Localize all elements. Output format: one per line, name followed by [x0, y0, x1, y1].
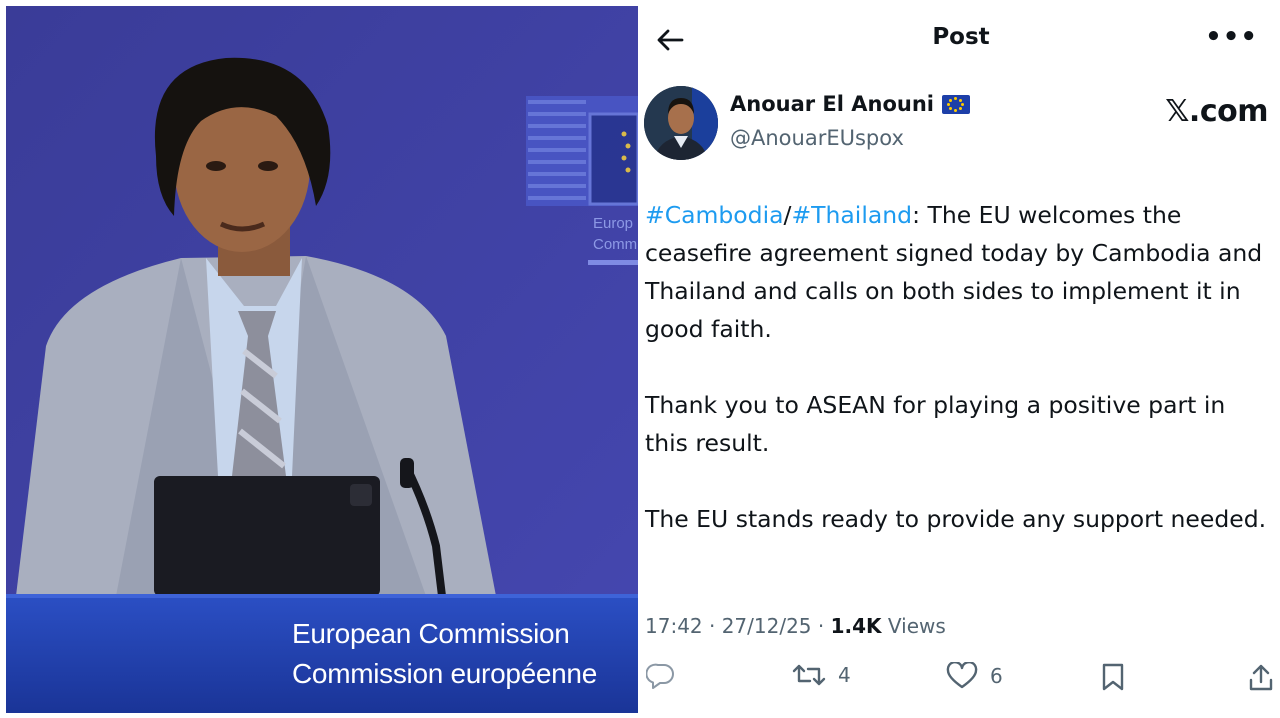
- reply-icon: [646, 663, 674, 689]
- reply-button[interactable]: [646, 662, 676, 690]
- repost-button[interactable]: 4: [792, 662, 851, 688]
- speaker-photo: Europ Comm European Commission Commissio…: [6, 6, 638, 713]
- repost-icon: [792, 664, 826, 686]
- page-title: Post: [932, 24, 990, 50]
- hashtag-thailand[interactable]: #Thailand: [791, 201, 912, 229]
- eu-flag-icon: [942, 94, 971, 114]
- share-icon: [1249, 664, 1273, 691]
- author-avatar-image: [644, 86, 718, 160]
- post-metadata: 17:42 · 27/12/25 · 1.4K Views: [645, 614, 946, 638]
- bookmark-icon: [1102, 663, 1124, 691]
- author-name-text: Anouar El Anouni: [730, 92, 935, 116]
- podium-label-line1: European Commission: [292, 618, 570, 649]
- bookmark-button[interactable]: [1100, 662, 1126, 692]
- action-bar: 4 6: [642, 662, 1280, 706]
- hashtag-cambodia[interactable]: #Cambodia: [645, 201, 784, 229]
- more-options-button[interactable]: •••: [1205, 24, 1258, 50]
- svg-text:Comm: Comm: [593, 236, 637, 253]
- more-horizontal-icon: •••: [1205, 22, 1258, 52]
- repost-count: 4: [838, 663, 851, 687]
- share-button[interactable]: [1248, 662, 1274, 692]
- views-label: Views: [881, 614, 946, 638]
- tweet-paragraph-1: #Cambodia/#Thailand: The EU welcomes the…: [645, 196, 1270, 348]
- press-room-scene: Europ Comm: [6, 6, 638, 713]
- author-handle[interactable]: @AnouarEUspox: [730, 126, 904, 150]
- tweet-paragraph-3: The EU stands ready to provide any suppo…: [645, 505, 1267, 533]
- svg-text:Europ: Europ: [593, 215, 633, 232]
- podium-label-line2: Commission européenne: [292, 658, 597, 689]
- heart-icon: [946, 662, 978, 689]
- like-button[interactable]: 6: [946, 662, 1003, 690]
- views-count: 1.4K: [830, 614, 882, 638]
- x-com-watermark: 𝕏.com: [1165, 94, 1268, 129]
- post-panel: Post ••• Anouar El Anouni @AnouarEUspox …: [642, 0, 1280, 718]
- avatar[interactable]: [644, 86, 718, 160]
- like-count: 6: [990, 664, 1003, 688]
- author-name[interactable]: Anouar El Anouni: [730, 92, 971, 116]
- tweet-body: #Cambodia/#Thailand: The EU welcomes the…: [645, 196, 1270, 576]
- post-timestamp[interactable]: 17:42 · 27/12/25 ·: [645, 614, 831, 638]
- tweet-paragraph-2: Thank you to ASEAN for playing a positiv…: [645, 391, 1226, 457]
